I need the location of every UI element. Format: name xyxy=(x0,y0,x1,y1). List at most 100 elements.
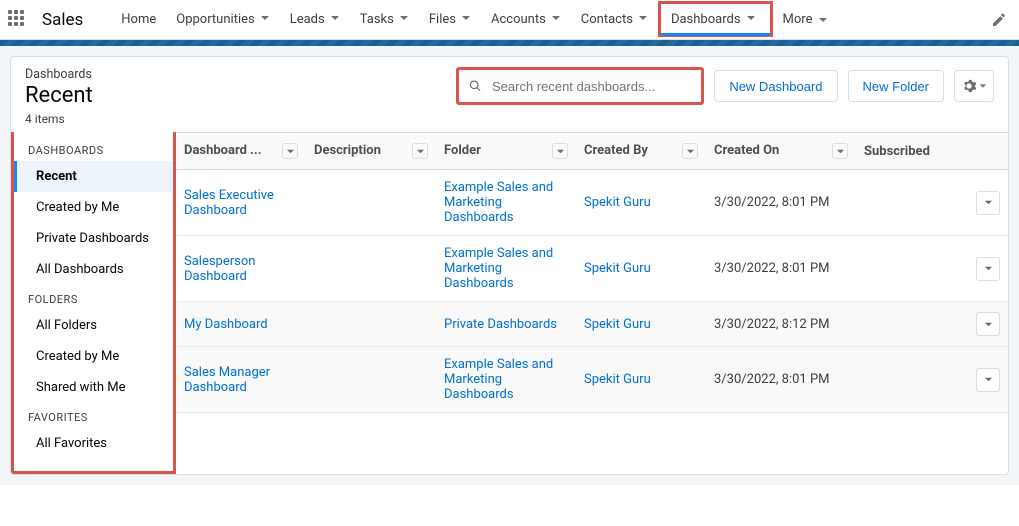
app-launcher-icon[interactable] xyxy=(8,10,28,30)
nav-files[interactable]: Files xyxy=(419,0,481,40)
cell-description xyxy=(306,302,436,347)
card-header: Dashboards Recent 4 items New Dashboard … xyxy=(11,57,1008,132)
nav-label: Files xyxy=(429,12,456,27)
col-label: Subscribed xyxy=(864,144,930,159)
dashboard-name-link[interactable]: My Dashboard xyxy=(184,317,268,332)
table-row: Sales Executive Dashboard Example Sales a… xyxy=(176,170,1008,236)
cell-description xyxy=(306,170,436,236)
folder-link[interactable]: Private Dashboards xyxy=(444,317,557,332)
global-nav: Sales Home Opportunities Leads Tasks Fil… xyxy=(0,0,1019,40)
created-by-link[interactable]: Spekit Guru xyxy=(584,317,651,332)
folder-link[interactable]: Example Sales and Marketing Dashboards xyxy=(444,180,553,225)
row-actions-button[interactable] xyxy=(976,191,1000,215)
dashboard-name-link[interactable]: Sales Executive Dashboard xyxy=(184,188,274,218)
app-name: Sales xyxy=(42,10,83,30)
chevron-down-icon[interactable] xyxy=(399,12,409,27)
table-row: My Dashboard Private Dashboards Spekit Gur… xyxy=(176,302,1008,347)
cell-created-on: 3/30/2022, 8:12 PM xyxy=(706,302,856,347)
chevron-down-icon[interactable] xyxy=(551,12,561,27)
search-input[interactable] xyxy=(490,78,691,95)
chevron-down-icon[interactable] xyxy=(330,12,340,27)
new-folder-button[interactable]: New Folder xyxy=(848,70,944,102)
col-header-folder[interactable]: Folder xyxy=(436,133,576,170)
created-by-link[interactable]: Spekit Guru xyxy=(584,195,651,210)
sort-toggle[interactable] xyxy=(552,143,568,159)
record-count: 4 items xyxy=(25,112,93,126)
caret-down-icon xyxy=(979,82,987,90)
cell-created-on: 3/30/2022, 8:01 PM xyxy=(706,347,856,413)
chevron-down-icon[interactable] xyxy=(260,12,270,27)
cell-description xyxy=(306,236,436,302)
chevron-down-icon[interactable] xyxy=(638,12,648,27)
row-actions-button[interactable] xyxy=(976,312,1000,336)
sidebar-item-all-folders[interactable]: All Folders xyxy=(14,310,173,341)
nav-label: Leads xyxy=(290,12,325,27)
cell-subscribed xyxy=(856,302,968,347)
folder-link[interactable]: Example Sales and Marketing Dashboards xyxy=(444,357,553,402)
sidebar-group-folders: FOLDERS xyxy=(14,285,173,310)
nav-accounts[interactable]: Accounts xyxy=(481,0,571,40)
sidebar-item-recent[interactable]: Recent xyxy=(14,161,173,192)
chevron-down-icon[interactable] xyxy=(461,12,471,27)
cell-subscribed xyxy=(856,347,968,413)
nav-dashboards[interactable]: Dashboards xyxy=(658,1,773,37)
dashboard-name-link[interactable]: Sales Manager Dashboard xyxy=(184,365,270,395)
col-header-created-by[interactable]: Created By xyxy=(576,133,706,170)
search-icon xyxy=(469,79,482,93)
sidebar-item-folders-created-by-me[interactable]: Created by Me xyxy=(14,341,173,372)
dashboards-card: Dashboards Recent 4 items New Dashboard … xyxy=(10,56,1009,475)
sidebar-item-all-dashboards[interactable]: All Dashboards xyxy=(14,254,173,285)
nav-label: Dashboards xyxy=(671,12,741,27)
col-label: Dashboard ... xyxy=(184,143,261,158)
created-by-link[interactable]: Spekit Guru xyxy=(584,261,651,276)
nav-label: More xyxy=(783,12,813,27)
dashboard-name-link[interactable]: Salesperson Dashboard xyxy=(184,254,255,284)
nav-more[interactable]: More xyxy=(773,0,838,40)
col-header-created-on[interactable]: Created On xyxy=(706,133,856,170)
chevron-down-icon[interactable] xyxy=(746,12,756,27)
sidebar-item-shared-with-me[interactable]: Shared with Me xyxy=(14,372,173,403)
sidebar-item-all-favorites[interactable]: All Favorites xyxy=(14,428,173,459)
page-title: Recent xyxy=(25,83,93,108)
sidebar-item-created-by-me[interactable]: Created by Me xyxy=(14,192,173,223)
nav-label: Home xyxy=(121,12,156,27)
col-label: Folder xyxy=(444,143,481,158)
sidebar-group-dashboards: DASHBOARDS xyxy=(14,140,173,161)
created-by-link[interactable]: Spekit Guru xyxy=(584,372,651,387)
sort-toggle[interactable] xyxy=(282,143,298,159)
table-row: Salesperson Dashboard Example Sales and M… xyxy=(176,236,1008,302)
cell-subscribed xyxy=(856,236,968,302)
nav-home[interactable]: Home xyxy=(111,0,166,40)
new-dashboard-button[interactable]: New Dashboard xyxy=(714,70,837,102)
col-header-name[interactable]: Dashboard ... xyxy=(176,133,306,170)
search-box[interactable] xyxy=(456,67,704,105)
cell-subscribed xyxy=(856,170,968,236)
sort-toggle[interactable] xyxy=(682,143,698,159)
nav-tasks[interactable]: Tasks xyxy=(350,0,419,40)
nav-opportunities[interactable]: Opportunities xyxy=(166,0,279,40)
col-header-description[interactable]: Description xyxy=(306,133,436,170)
settings-button[interactable] xyxy=(954,70,994,102)
breadcrumb: Dashboards xyxy=(25,67,93,82)
gear-icon xyxy=(962,79,976,93)
folder-link[interactable]: Example Sales and Marketing Dashboards xyxy=(444,246,553,291)
col-header-actions xyxy=(968,133,1008,170)
sidebar-group-favorites: FAVORITES xyxy=(14,403,173,428)
col-label: Created On xyxy=(714,143,779,158)
row-actions-button[interactable] xyxy=(976,368,1000,392)
col-label: Description xyxy=(314,143,381,158)
sidebar-item-private-dashboards[interactable]: Private Dashboards xyxy=(14,223,173,254)
nav-contacts[interactable]: Contacts xyxy=(571,0,658,40)
edit-icon[interactable] xyxy=(991,12,1007,28)
col-header-subscribed[interactable]: Subscribed xyxy=(856,133,968,170)
nav-label: Opportunities xyxy=(176,12,254,27)
row-actions-button[interactable] xyxy=(976,257,1000,281)
sidebar: DASHBOARDS Recent Created by Me Private … xyxy=(11,132,176,474)
table-row: Sales Manager Dashboard Example Sales and… xyxy=(176,347,1008,413)
sort-toggle[interactable] xyxy=(412,143,428,159)
nav-label: Accounts xyxy=(491,12,546,27)
nav-label: Tasks xyxy=(360,12,394,27)
sort-toggle[interactable] xyxy=(832,143,848,159)
cell-description xyxy=(306,347,436,413)
nav-leads[interactable]: Leads xyxy=(280,0,350,40)
